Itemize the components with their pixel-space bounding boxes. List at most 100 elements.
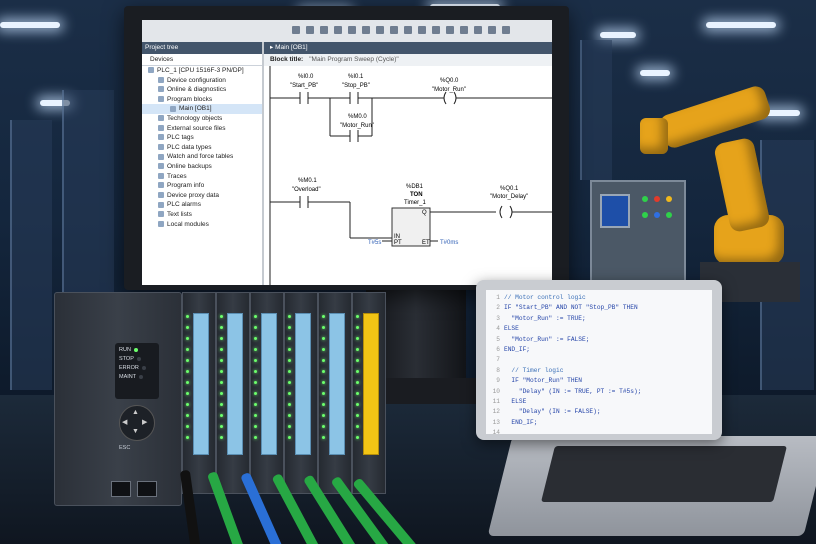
io-status-led (322, 315, 325, 318)
tree-item[interactable]: Main [OB1] (142, 104, 262, 114)
tree-item[interactable]: Online backups (142, 162, 262, 172)
plc-rack: RUN STOP ERROR MAINT ▲ ▼ ◀ ▶ ESC (54, 282, 394, 506)
go-offline-icon[interactable] (460, 26, 468, 34)
control-cabinet (590, 180, 686, 284)
copy-icon[interactable] (334, 26, 342, 34)
stop-cpu-icon[interactable] (502, 26, 510, 34)
tree-node-icon (158, 134, 164, 141)
code-line: 14 (486, 428, 712, 434)
io-status-led (186, 381, 189, 384)
compile-icon[interactable] (404, 26, 412, 34)
start-cpu-icon[interactable] (488, 26, 496, 34)
io-status-led (186, 414, 189, 417)
tree-node-icon (158, 115, 164, 122)
indicator-light (642, 196, 648, 202)
editor-tab[interactable]: ▸ Main [OB1] (264, 42, 552, 54)
tree-item-label: Technology objects (167, 114, 223, 122)
io-status-led (220, 414, 223, 417)
ethernet-port[interactable] (137, 481, 157, 497)
code-line: 8 // Timer logic (486, 366, 712, 376)
tree-item[interactable]: PLC data types (142, 143, 262, 153)
delay-coil-address: %Q0.1 (500, 186, 519, 192)
io-label-strip (363, 313, 379, 455)
io-status-led (254, 359, 257, 362)
io-module (250, 292, 284, 494)
tree-item[interactable]: PLC_1 [CPU 1516F-3 PN/DP] (142, 66, 262, 76)
tree-item[interactable]: Device proxy data (142, 191, 262, 201)
tree-item[interactable]: Text lists (142, 210, 262, 220)
ethernet-port[interactable] (111, 481, 131, 497)
status-maint: MAINT (119, 373, 155, 382)
laptop-keyboard[interactable] (541, 446, 787, 502)
arrow-left-icon[interactable]: ◀ (122, 418, 127, 426)
delete-icon[interactable] (362, 26, 370, 34)
io-status-led (288, 414, 291, 417)
status-error: ERROR (119, 364, 155, 373)
io-status-led (322, 370, 325, 373)
arrow-up-icon[interactable]: ▲ (132, 409, 139, 416)
code-text: IF "Motor_Run" THEN (504, 377, 582, 385)
download-icon[interactable] (418, 26, 426, 34)
io-status-led (186, 337, 189, 340)
undo-icon[interactable] (376, 26, 384, 34)
io-status-led (288, 403, 291, 406)
io-status-led (186, 425, 189, 428)
block-title[interactable]: "Main Program Sweep (Cycle)" (309, 56, 399, 63)
tree-node-icon (158, 192, 164, 198)
start-address: %I0.0 (298, 74, 314, 80)
cut-icon[interactable] (320, 26, 328, 34)
accessible-devices-icon[interactable] (474, 26, 482, 34)
code-editor[interactable]: 1 // Motor control logic 2 IF "Start_PB" AN… (486, 290, 712, 434)
code-line: 3 "Motor_Run" := TRUE; (486, 314, 712, 324)
arrow-down-icon[interactable]: ▼ (132, 428, 139, 435)
code-text: IF "Start_PB" AND NOT "Stop_PB" THEN (504, 304, 638, 312)
coil-address: %Q0.0 (440, 78, 459, 84)
tia-portal-screen: Project tree Devices PLC_1 [CPU 1516F-3 … (142, 20, 552, 285)
io-status-led (356, 403, 359, 406)
io-module (352, 292, 386, 494)
devices-tab[interactable]: Devices (142, 54, 262, 66)
tree-item[interactable]: Device configuration (142, 76, 262, 86)
print-icon[interactable] (306, 26, 314, 34)
io-status-led (186, 315, 189, 318)
tree-item[interactable]: Traces (142, 172, 262, 182)
arrow-right-icon[interactable]: ▶ (142, 418, 147, 426)
upload-icon[interactable] (432, 26, 440, 34)
tree-item[interactable]: Program blocks (142, 95, 262, 105)
io-status-led (220, 315, 223, 318)
tree-node-icon (158, 163, 164, 170)
redo-icon[interactable] (390, 26, 398, 34)
io-module (284, 292, 318, 494)
navigation-dpad[interactable]: ▲ ▼ ◀ ▶ (119, 405, 155, 441)
tree-item[interactable]: Watch and force tables (142, 152, 262, 162)
tree-item[interactable]: Local modules (142, 220, 262, 230)
tree-item[interactable]: Technology objects (142, 114, 262, 124)
indicator-light (642, 212, 648, 218)
tree-item[interactable]: Program info (142, 181, 262, 191)
tree-item[interactable]: External source files (142, 124, 262, 134)
tree-item[interactable]: PLC tags (142, 133, 262, 143)
tree-item[interactable]: Online & diagnostics (142, 85, 262, 95)
tree-item[interactable]: PLC alarms (142, 200, 262, 210)
tree-node-icon (158, 172, 164, 179)
code-line: 6 END_IF; (486, 345, 712, 355)
io-status-led (254, 337, 257, 340)
go-online-icon[interactable] (446, 26, 454, 34)
timer-pt-value: T#5s (368, 240, 381, 246)
tree-node-icon (158, 124, 164, 131)
esc-button[interactable]: ESC (119, 445, 130, 451)
ceiling-light (706, 22, 776, 28)
tree-item-label: Program blocks (167, 95, 213, 103)
block-title-label: Block title: (270, 56, 304, 63)
shelf-rack (10, 120, 52, 390)
save-icon[interactable] (292, 26, 300, 34)
code-text: "Delay" (IN := TRUE, PT := T#5s); (504, 387, 642, 395)
code-line: 2 IF "Start_PB" AND NOT "Stop_PB" THEN (486, 303, 712, 313)
io-status-led (186, 436, 189, 439)
paste-icon[interactable] (348, 26, 356, 34)
io-module (216, 292, 250, 494)
cpu-status-display: RUN STOP ERROR MAINT (115, 343, 159, 399)
tree-node-icon (158, 182, 164, 189)
code-line: 12 "Delay" (IN := FALSE); (486, 407, 712, 417)
io-status-led (186, 326, 189, 329)
